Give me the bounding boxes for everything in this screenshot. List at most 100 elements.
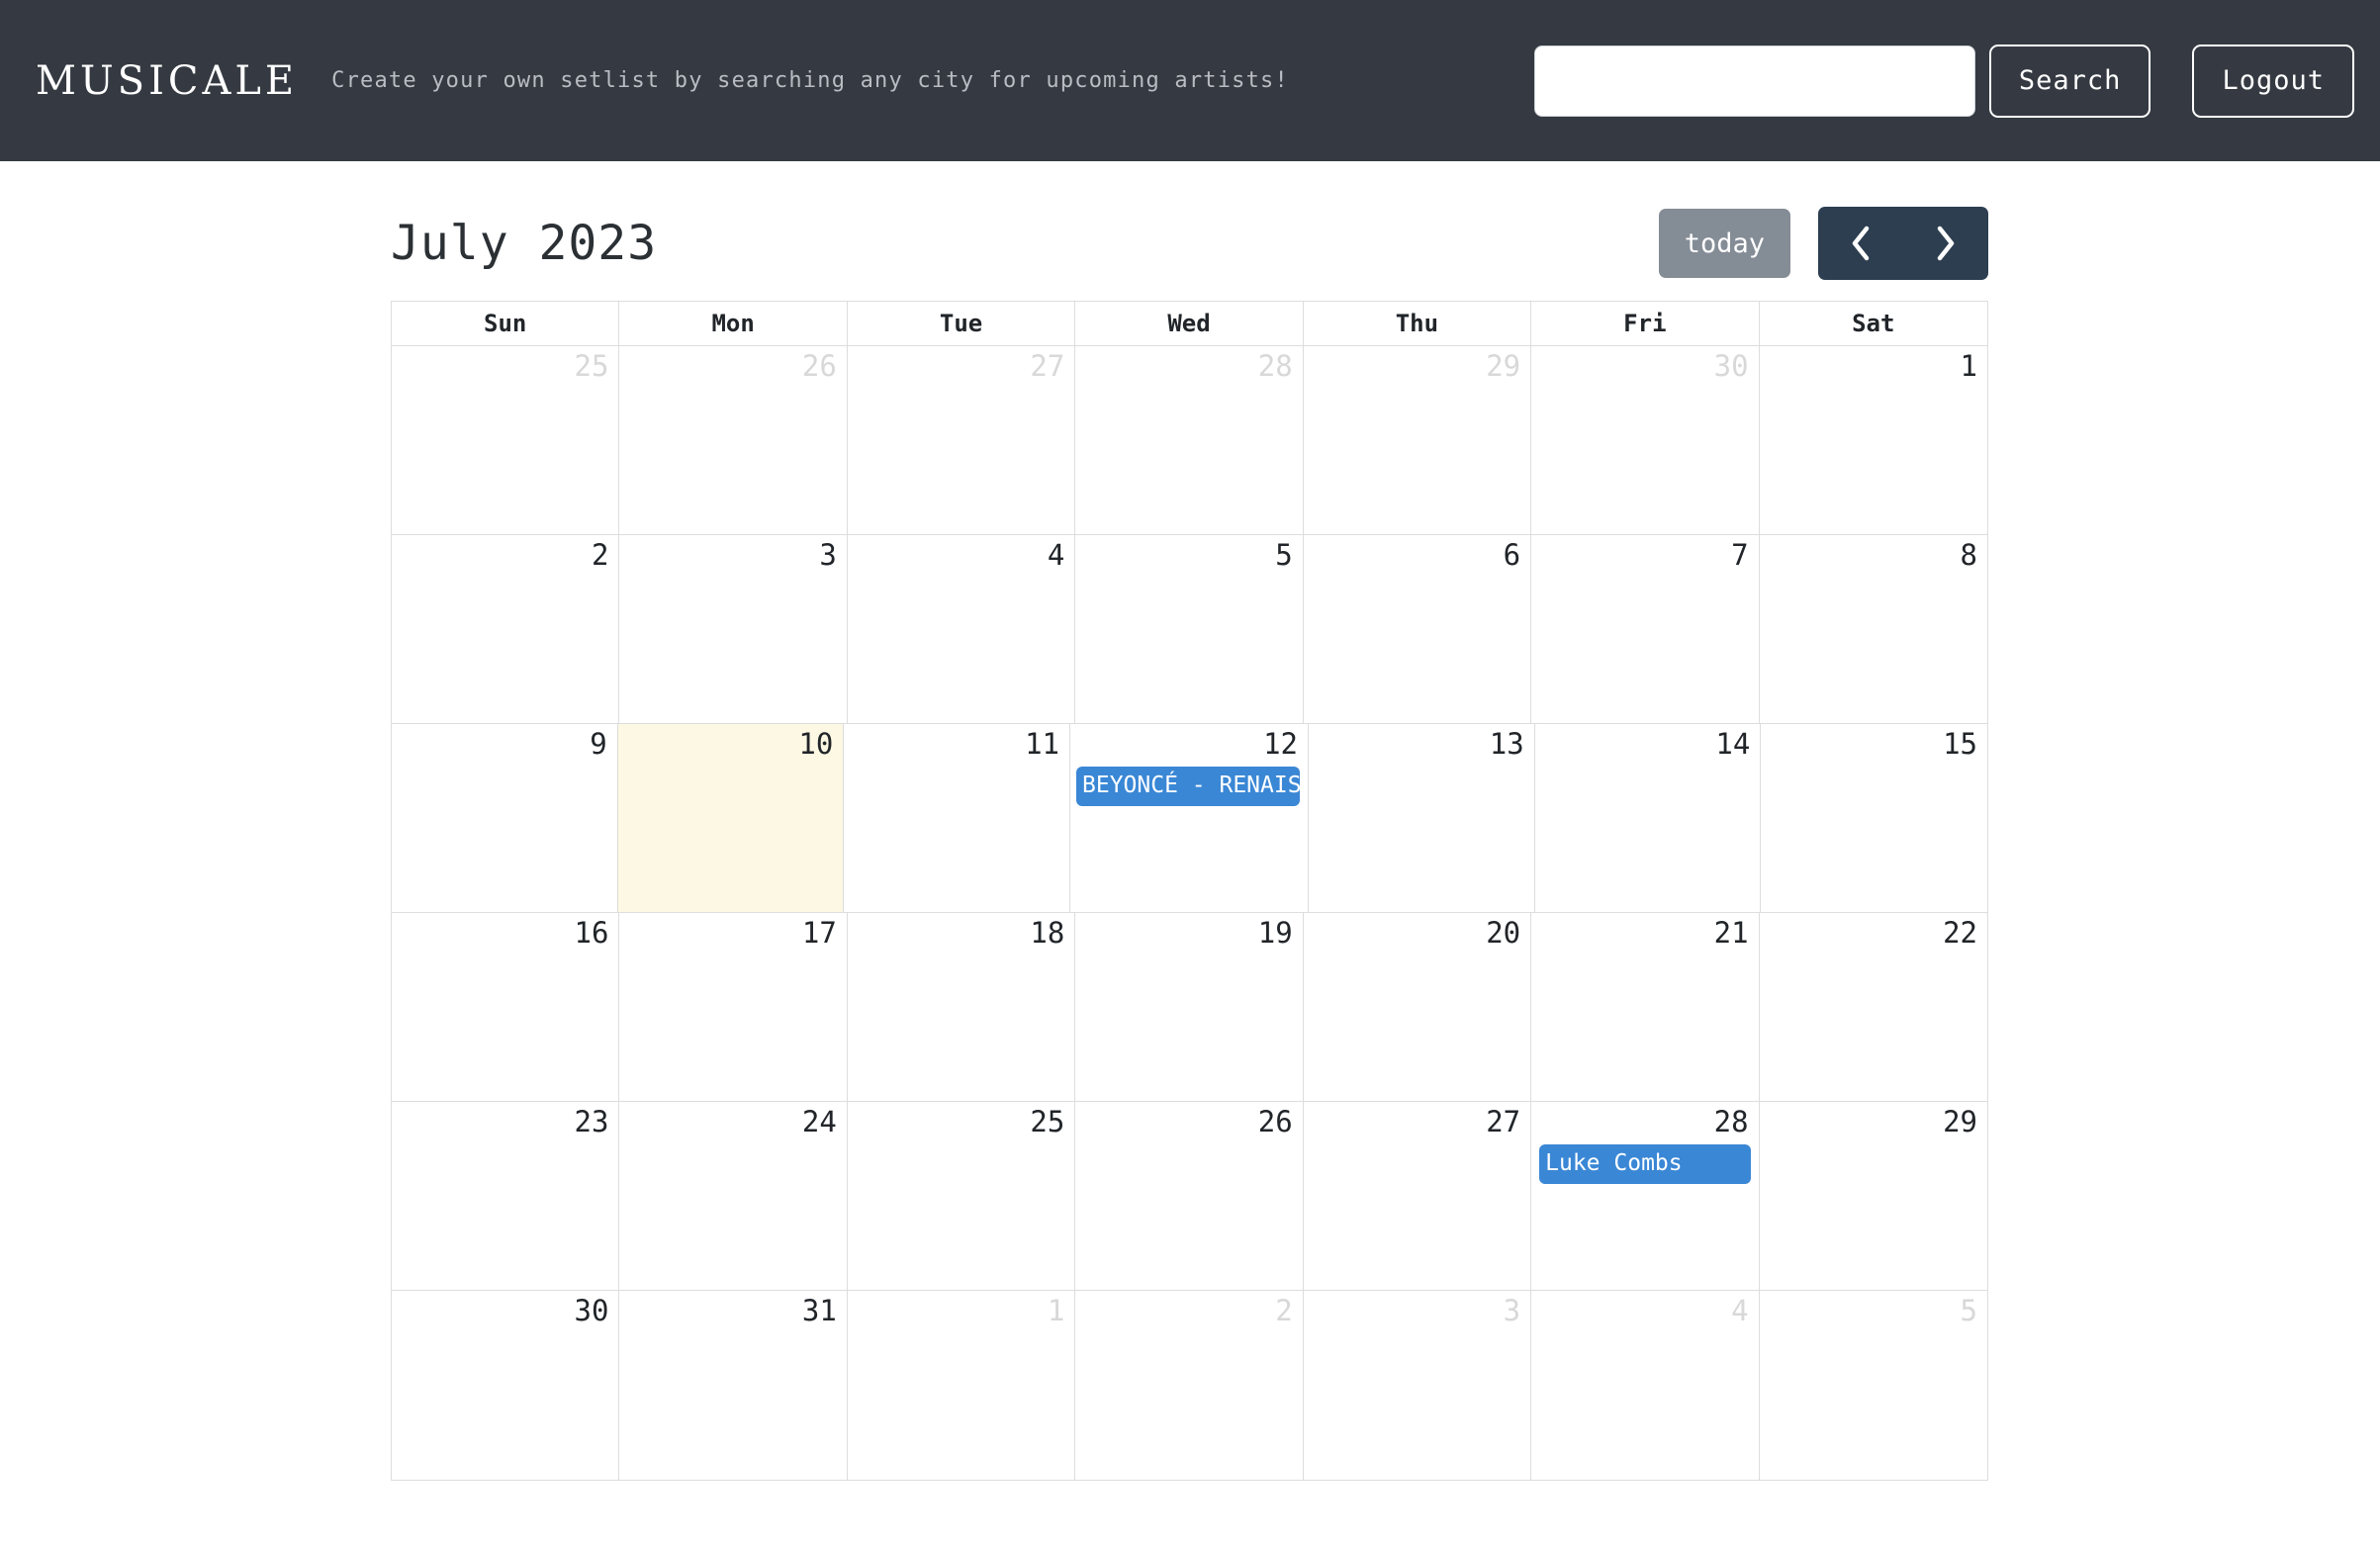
calendar-day-cell[interactable]: 27 — [848, 346, 1076, 534]
calendar-day-cell[interactable]: 14 — [1535, 724, 1762, 912]
day-number: 27 — [1030, 349, 1065, 383]
calendar-day-cell[interactable]: 8 — [1760, 535, 1987, 723]
day-number: 1 — [1960, 349, 1977, 383]
day-of-week-header: Fri — [1531, 302, 1760, 345]
calendar-day-cell[interactable]: 13 — [1309, 724, 1535, 912]
calendar-toolbar-actions: today — [1658, 207, 1988, 280]
today-button[interactable]: today — [1658, 209, 1790, 278]
day-number: 9 — [590, 727, 607, 761]
calendar-day-cell[interactable]: 10 — [617, 724, 845, 912]
day-number: 11 — [1025, 727, 1059, 761]
day-number: 5 — [1275, 538, 1293, 572]
chevron-left-icon — [1848, 224, 1874, 263]
calendar-day-cell[interactable]: 4 — [1531, 1291, 1760, 1480]
calendar-day-cell[interactable]: 1 — [848, 1291, 1076, 1480]
calendar-day-cell[interactable]: 15 — [1761, 724, 1987, 912]
calendar-day-cell[interactable]: 21 — [1531, 913, 1760, 1101]
day-number: 4 — [1731, 1294, 1749, 1327]
day-of-week-header: Tue — [848, 302, 1076, 345]
day-number: 29 — [1943, 1105, 1977, 1138]
calendar-event[interactable]: BEYONCÉ - RENAISSANCE WORLD TOUR — [1076, 767, 1300, 807]
calendar-day-cell[interactable]: 7 — [1531, 535, 1760, 723]
calendar-day-cell[interactable]: 20 — [1304, 913, 1532, 1101]
search-button[interactable]: Search — [1988, 44, 2151, 118]
calendar-day-cell[interactable]: 26 — [1075, 1102, 1304, 1290]
calendar-event[interactable]: Luke Combs — [1539, 1144, 1751, 1185]
day-number: 2 — [591, 538, 609, 572]
navbar-actions: Search Logout — [1533, 44, 2354, 118]
calendar-day-cell[interactable]: 12 BEYONCÉ - RENAISSANCE WORLD TOUR — [1070, 724, 1309, 912]
day-number: 12 — [1263, 727, 1298, 761]
day-number: 25 — [1030, 1105, 1065, 1138]
calendar-day-cell[interactable]: 24 — [619, 1102, 848, 1290]
calendar-week-row: 16 17 18 19 20 21 22 — [392, 913, 1987, 1102]
day-number: 26 — [1257, 1105, 1293, 1138]
day-number: 25 — [574, 349, 609, 383]
day-number: 17 — [801, 916, 837, 950]
day-number: 14 — [1715, 727, 1751, 761]
day-number: 3 — [819, 538, 837, 572]
day-number: 30 — [574, 1294, 609, 1327]
day-number: 31 — [801, 1294, 837, 1327]
calendar-day-cell[interactable]: 3 — [1304, 1291, 1532, 1480]
calendar-day-cell[interactable]: 2 — [392, 535, 620, 723]
calendar-day-cell[interactable]: 17 — [619, 913, 848, 1101]
calendar-week-row: 30 31 1 2 3 4 5 — [392, 1291, 1987, 1480]
calendar-day-cell[interactable]: 30 — [1531, 346, 1760, 534]
day-number: 29 — [1486, 349, 1521, 383]
day-of-week-header: Sun — [392, 302, 620, 345]
day-number: 8 — [1960, 538, 1977, 572]
day-number: 15 — [1943, 727, 1977, 761]
calendar-day-cell[interactable]: 28 Luke Combs — [1531, 1102, 1760, 1290]
calendar-week-row: 2 3 4 5 6 7 8 — [392, 535, 1987, 724]
day-of-week-header: Sat — [1852, 310, 1895, 337]
day-number: 24 — [801, 1105, 837, 1138]
logout-button[interactable]: Logout — [2192, 44, 2354, 118]
calendar-day-cell[interactable]: 4 — [848, 535, 1076, 723]
day-number: 30 — [1713, 349, 1749, 383]
day-of-week-header: Wed — [1075, 302, 1304, 345]
calendar-day-cell[interactable]: 3 — [619, 535, 848, 723]
calendar-day-cell[interactable]: 5 — [1075, 535, 1304, 723]
calendar-day-cell[interactable]: 23 — [392, 1102, 620, 1290]
search-input[interactable] — [1533, 45, 1975, 117]
calendar-toolbar: July 2023 today — [391, 186, 1988, 301]
calendar-day-cell[interactable]: 25 — [392, 346, 620, 534]
chevron-right-icon — [1933, 224, 1959, 263]
calendar-day-cell[interactable]: 5 — [1760, 1291, 1987, 1480]
calendar-week-row: 9101112BEYONCÉ - RENAISSANCE WORLD TOUR1… — [392, 724, 1987, 913]
day-number: 13 — [1489, 727, 1524, 761]
calendar-grid: Sun Mon Tue Wed Thu Fri Sat 25 26 27 28 29 30 1 2 3 4 5 6… — [391, 301, 1988, 1481]
next-month-button[interactable] — [1903, 207, 1988, 280]
calendar-day-cell[interactable]: 2 — [1075, 1291, 1304, 1480]
day-number: 21 — [1713, 916, 1749, 950]
app-tagline: Create your own setlist by searching any… — [331, 68, 1289, 93]
prev-month-button[interactable] — [1818, 207, 1903, 280]
day-number: 7 — [1731, 538, 1749, 572]
calendar-day-cell[interactable]: 19 — [1075, 913, 1304, 1101]
calendar-day-cell[interactable]: 27 — [1304, 1102, 1532, 1290]
day-number: 20 — [1486, 916, 1521, 950]
calendar-day-cell[interactable]: 26 — [619, 346, 848, 534]
day-number: 3 — [1503, 1294, 1521, 1327]
top-navbar: MUSICALE Create your own setlist by sear… — [0, 0, 2380, 161]
day-number: 10 — [798, 727, 834, 761]
calendar-day-cell[interactable]: 1 — [1760, 346, 1987, 534]
calendar-day-cell[interactable]: 31 — [619, 1291, 848, 1480]
calendar-day-cell[interactable]: 25 — [848, 1102, 1076, 1290]
day-number: 6 — [1503, 538, 1521, 572]
calendar-day-cell[interactable]: 11 — [844, 724, 1070, 912]
app-brand-logo: MUSICALE — [36, 57, 299, 104]
calendar-day-cell[interactable]: 22 — [1760, 913, 1987, 1101]
calendar-day-cell[interactable]: 6 — [1304, 535, 1532, 723]
calendar-day-cell[interactable]: 9 — [392, 724, 618, 912]
calendar-day-cell[interactable]: 30 — [392, 1291, 620, 1480]
day-number: 5 — [1960, 1294, 1977, 1327]
day-number: 19 — [1257, 916, 1293, 950]
calendar-day-cell[interactable]: 28 — [1075, 346, 1304, 534]
calendar-day-cell[interactable]: 18 — [848, 913, 1076, 1101]
day-number: 2 — [1275, 1294, 1293, 1327]
calendar-day-cell[interactable]: 16 — [392, 913, 620, 1101]
calendar-day-cell[interactable]: 29 — [1304, 346, 1532, 534]
calendar-day-cell[interactable]: 29 — [1760, 1102, 1987, 1290]
